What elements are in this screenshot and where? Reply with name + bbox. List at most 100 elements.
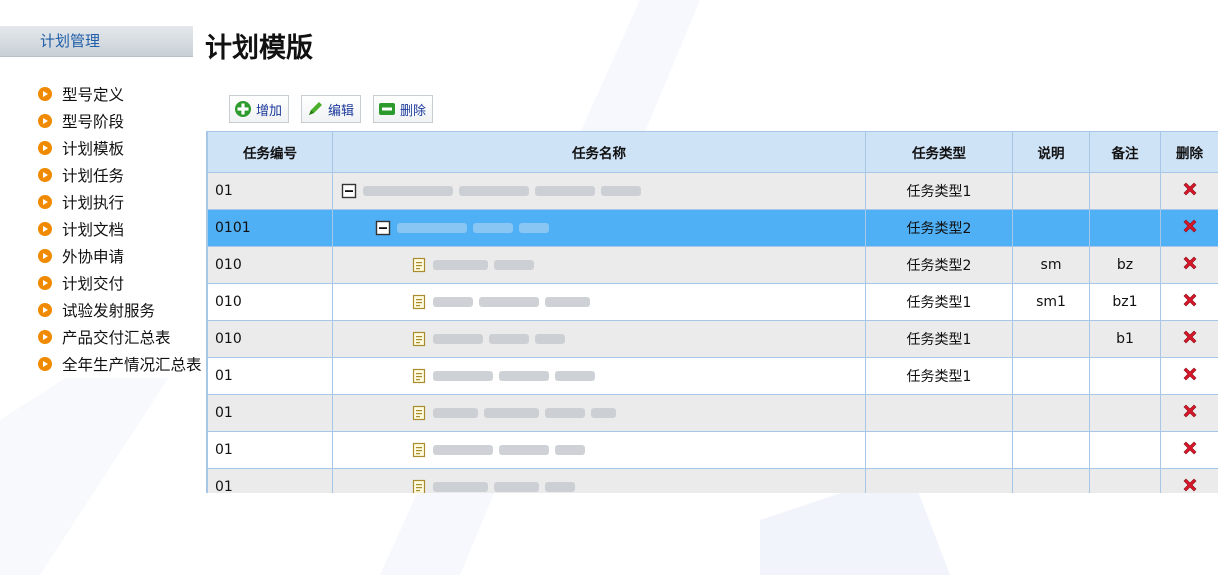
delete-row-icon[interactable] — [1182, 329, 1198, 345]
sidebar-item[interactable]: 计划交付 — [38, 269, 202, 296]
task-type-cell: 任务类型1 — [865, 283, 1013, 321]
header-description[interactable]: 说明 — [1012, 131, 1090, 173]
task-id-cell: 010 — [207, 283, 333, 321]
header-task-name[interactable]: 任务名称 — [332, 131, 866, 173]
table-row[interactable]: 010 任务类型1 sm1 bz1 — [207, 283, 1218, 321]
delete-row-icon[interactable] — [1182, 366, 1198, 382]
delete-row-icon[interactable] — [1182, 403, 1198, 419]
sidebar-item[interactable]: 试验发射服务 — [38, 296, 202, 323]
table-row[interactable]: 01 任务类型1 — [207, 172, 1218, 210]
table-row[interactable]: 01 任务类型1 — [207, 357, 1218, 395]
header-task-id[interactable]: 任务编号 — [207, 131, 333, 173]
document-icon — [411, 331, 427, 347]
sidebar-item-label: 计划交付 — [62, 274, 125, 293]
play-bullet-icon — [38, 86, 52, 101]
sidebar-item-label: 型号阶段 — [62, 112, 125, 131]
sidebar-item[interactable]: 计划任务 — [38, 161, 202, 188]
sidebar-item[interactable]: 外协申请 — [38, 242, 202, 269]
task-id-cell: 01 — [207, 357, 333, 395]
task-name-cell — [332, 468, 866, 493]
task-id-cell: 01 — [207, 468, 333, 493]
sidebar-item-label: 全年生产情况汇总表 — [62, 355, 202, 374]
task-name-cell — [332, 209, 866, 247]
description-cell — [1012, 394, 1090, 432]
description-cell — [1012, 320, 1090, 358]
description-cell — [1012, 172, 1090, 210]
sidebar-nav: 型号定义型号阶段计划模板计划任务计划执行计划文档 外协申请计划交付试验发射服务产品… — [38, 80, 202, 377]
delete-cell — [1160, 320, 1218, 358]
task-id-cell: 01 — [207, 394, 333, 432]
sidebar-item[interactable]: 计划执行 — [38, 188, 202, 215]
collapse-toggle-icon[interactable] — [341, 183, 357, 199]
table-row[interactable]: 010 任务类型2 sm bz — [207, 246, 1218, 284]
sidebar-item[interactable]: 计划文档 — [38, 215, 202, 242]
play-bullet-icon — [38, 194, 52, 209]
play-bullet-icon — [38, 113, 52, 128]
description-cell — [1012, 431, 1090, 469]
sidebar-item[interactable]: 计划模板 — [38, 134, 202, 161]
delete-cell — [1160, 394, 1218, 432]
description-cell: sm1 — [1012, 283, 1090, 321]
header-task-type[interactable]: 任务类型 — [865, 131, 1013, 173]
note-cell — [1089, 394, 1161, 432]
delete-row-icon[interactable] — [1182, 218, 1198, 234]
header-note[interactable]: 备注 — [1089, 131, 1161, 173]
collapse-toggle-icon[interactable] — [375, 220, 391, 236]
sidebar-item-label: 计划执行 — [62, 193, 125, 212]
task-type-cell: 任务类型1 — [865, 320, 1013, 358]
task-type-cell — [865, 431, 1013, 469]
task-name-cell — [332, 283, 866, 321]
sidebar-item-label: 试验发射服务 — [62, 301, 156, 320]
note-cell — [1089, 431, 1161, 469]
note-cell: bz1 — [1089, 283, 1161, 321]
document-icon — [411, 479, 427, 493]
toolbar: 增加 编辑 删除 — [229, 95, 434, 123]
task-type-cell — [865, 394, 1013, 432]
edit-button[interactable]: 编辑 — [301, 95, 362, 123]
delete-button[interactable]: 删除 — [373, 95, 434, 123]
table-row[interactable]: 01 — [207, 394, 1218, 432]
edit-button-label: 编辑 — [328, 103, 355, 119]
note-cell — [1089, 468, 1161, 493]
delete-cell — [1160, 431, 1218, 469]
delete-row-icon[interactable] — [1182, 255, 1198, 271]
delete-cell — [1160, 468, 1218, 493]
delete-row-icon[interactable] — [1182, 181, 1198, 197]
task-id-cell: 0101 — [207, 209, 333, 247]
table-row[interactable]: 010 任务类型1 b1 — [207, 320, 1218, 358]
note-cell: b1 — [1089, 320, 1161, 358]
minus-box-icon — [378, 100, 396, 118]
task-type-cell: 任务类型2 — [865, 209, 1013, 247]
note-cell — [1089, 172, 1161, 210]
sidebar-item-label: 计划任务 — [62, 166, 125, 185]
sidebar-item[interactable]: 产品交付汇总表 — [38, 323, 202, 350]
play-bullet-icon — [38, 248, 52, 263]
sidebar-item[interactable]: 型号阶段 — [38, 107, 202, 134]
delete-row-icon[interactable] — [1182, 292, 1198, 308]
task-id-cell: 01 — [207, 172, 333, 210]
sidebar-item[interactable]: 型号定义 — [38, 80, 202, 107]
task-type-cell: 任务类型1 — [865, 172, 1013, 210]
sidebar: 计划管理 型号定义 型号阶段 计划模板 计划任务 计划执行 计划文档 外协申请 计划交付 试验发… — [0, 0, 202, 378]
delete-button-label: 删除 — [400, 103, 427, 119]
delete-row-icon[interactable] — [1182, 440, 1198, 456]
note-cell — [1089, 209, 1161, 247]
task-name-cell — [332, 246, 866, 284]
add-button[interactable]: 增加 — [229, 95, 290, 123]
table-row[interactable]: 01 — [207, 431, 1218, 469]
table-row[interactable]: 0101 任务类型2 — [207, 209, 1218, 247]
header-delete: 删除 — [1160, 131, 1218, 173]
play-bullet-icon — [38, 275, 52, 290]
document-icon — [411, 294, 427, 310]
delete-row-icon[interactable] — [1182, 477, 1198, 493]
description-cell — [1012, 209, 1090, 247]
document-icon — [411, 368, 427, 384]
delete-cell — [1160, 357, 1218, 395]
delete-cell — [1160, 246, 1218, 284]
sidebar-item[interactable]: 全年生产情况汇总表 — [38, 350, 202, 377]
task-type-cell: 任务类型2 — [865, 246, 1013, 284]
play-bullet-icon — [38, 140, 52, 155]
table-row[interactable]: 01 — [207, 468, 1218, 493]
task-type-cell: 任务类型1 — [865, 357, 1013, 395]
plus-circle-icon — [234, 100, 252, 118]
